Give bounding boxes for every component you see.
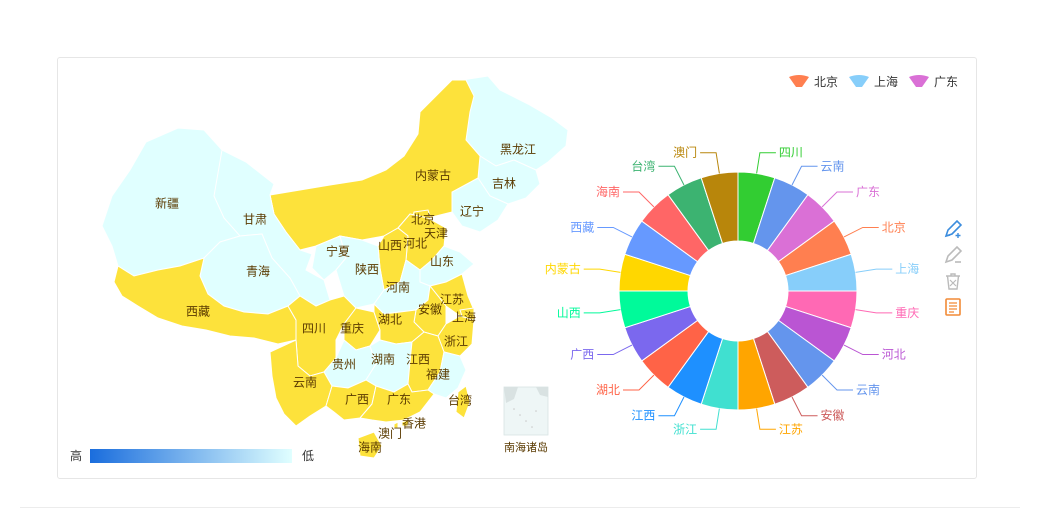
pie-label-line <box>791 396 818 417</box>
donut-chart: 四川云南广东北京上海重庆河北云南安徽江苏浙江江西湖北广西山西内蒙古西藏海南台湾澳… <box>545 145 920 437</box>
pie-slice-label: 澳门 <box>673 145 697 160</box>
undo-mark-icon <box>944 245 963 264</box>
pie-slice-label: 江苏 <box>779 422 803 436</box>
pie-slice-label: 重庆 <box>895 306 919 320</box>
pie-label-line <box>855 309 893 314</box>
pie-label-line <box>623 374 655 391</box>
bottom-divider <box>20 507 1020 508</box>
pie-slice-label: 四川 <box>779 146 803 160</box>
pie-slice-label: 台湾 <box>631 158 655 173</box>
pie-label-line <box>597 344 633 356</box>
pie-slice-label: 北京 <box>882 220 906 234</box>
pie-label-line <box>583 268 621 273</box>
pie-label-line <box>791 165 818 186</box>
pie-slice-label: 湖北 <box>596 382 620 397</box>
pie-label-line <box>623 191 655 208</box>
clear-mark-icon <box>946 273 960 290</box>
data-view-icon <box>945 298 961 316</box>
pie-label-line <box>855 268 893 273</box>
pie-label-line <box>756 152 776 174</box>
pie-label-line <box>821 191 853 208</box>
mark-pen-icon <box>944 219 963 238</box>
undo-mark-button[interactable] <box>942 244 964 266</box>
pie-label-line <box>700 152 720 174</box>
pie-slice-label: 云南 <box>856 382 880 397</box>
pie-label-line <box>700 408 720 430</box>
pie-slice-label: 浙江 <box>673 422 697 436</box>
pie-slice-label: 江西 <box>631 409 655 423</box>
pie-label-line <box>756 408 776 430</box>
pie-label-line <box>597 226 633 238</box>
data-view-button[interactable] <box>942 296 964 318</box>
pie-label-line <box>658 165 685 186</box>
pie-label-line <box>843 226 879 238</box>
pie-slice-label: 河北 <box>882 348 906 362</box>
pie-slice-label: 内蒙古 <box>545 261 581 276</box>
clear-mark-button[interactable] <box>942 270 964 292</box>
pie-slice-label: 海南 <box>596 184 620 199</box>
pie-label-line <box>843 344 879 356</box>
pie-label-line <box>583 309 621 314</box>
pie-slice-label: 广西 <box>570 348 594 362</box>
pie-slice-label: 云南 <box>821 158 845 173</box>
pie-slice-label: 上海 <box>895 261 919 276</box>
pie-label-line <box>658 396 685 417</box>
mark-pen-button[interactable] <box>942 218 964 240</box>
pie-label-line <box>821 374 853 391</box>
toolbox <box>942 218 964 322</box>
pie-slice-label: 山西 <box>557 306 581 320</box>
pie-slice-label: 广东 <box>856 185 880 199</box>
pie-slice-label: 西藏 <box>570 220 594 234</box>
pie-slice-label: 安徽 <box>821 408 845 423</box>
